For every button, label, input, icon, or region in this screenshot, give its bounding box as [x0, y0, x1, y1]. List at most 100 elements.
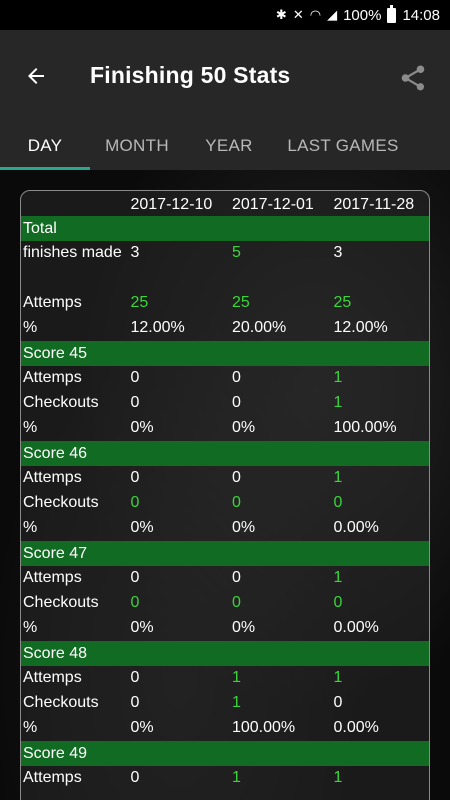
- row-value: 0: [231, 569, 241, 586]
- section-title: Score 48: [23, 644, 88, 662]
- table-row: Checkouts 0 0 0: [21, 591, 429, 616]
- row-value: 0: [231, 469, 241, 486]
- section-header-row: Score 49: [21, 741, 429, 766]
- row-value: 0%: [130, 619, 154, 636]
- section-title: Total: [23, 219, 57, 237]
- row-value: 0%: [130, 519, 154, 536]
- row-value: 0: [231, 494, 241, 511]
- row-label: Attemps: [23, 569, 82, 586]
- row-value: 5: [231, 244, 241, 261]
- row-value: 0: [333, 594, 343, 611]
- back-button[interactable]: [18, 58, 54, 94]
- row-value: 0: [130, 769, 140, 786]
- row-value: 3: [130, 244, 140, 261]
- section-header-row: Score 46: [21, 441, 429, 466]
- row-label: Checkouts: [23, 394, 99, 411]
- row-value: 0: [130, 469, 140, 486]
- share-icon: [401, 65, 425, 91]
- row-label: Attemps: [23, 669, 82, 686]
- row-value: 1: [333, 469, 343, 486]
- row-value: 0%: [130, 419, 154, 436]
- row-label: %: [23, 719, 38, 736]
- row-value: 0: [130, 669, 140, 686]
- row-value: 0%: [130, 719, 154, 736]
- table-row: Checkouts 0 1 0: [21, 691, 429, 716]
- row-value: 0: [130, 369, 140, 386]
- mute-icon: ✕: [292, 7, 304, 22]
- clock: 14:08: [402, 6, 440, 24]
- row-value: 25: [130, 294, 149, 311]
- row-value: 0: [130, 394, 140, 411]
- row-label: %: [23, 319, 38, 336]
- row-value: 0.00%: [333, 619, 379, 636]
- signal-icon: ◢: [327, 7, 338, 22]
- row-label: %: [23, 619, 38, 636]
- battery-percent: 100%: [343, 6, 382, 24]
- table-row: Attemps 0 0 1: [21, 466, 429, 491]
- row-value: 0%: [231, 519, 256, 536]
- row-value: 1: [231, 694, 241, 711]
- row-label: Checkouts: [23, 594, 99, 611]
- wifi-icon: ◠: [309, 7, 322, 22]
- row-label: Attemps: [23, 469, 82, 486]
- header-cell-date: 2017-11-28: [333, 195, 415, 213]
- row-value: 0: [231, 594, 241, 611]
- app-bar: Finishing 50 Stats: [0, 30, 450, 122]
- row-value: 100.00%: [231, 719, 296, 736]
- table-row: Attemps 0 0 1: [21, 566, 429, 591]
- row-value: 1: [333, 569, 343, 586]
- row-value: 0: [231, 394, 241, 411]
- table-row: Checkouts 0 0 1: [21, 391, 429, 416]
- table-row: Attemps 0 1 1: [21, 666, 429, 691]
- row-value: 1: [333, 669, 343, 686]
- table-row: % 0% 0% 0.00%: [21, 616, 429, 641]
- table-row: Checkouts 0 0 0: [21, 491, 429, 516]
- header-cell-label: [21, 203, 128, 205]
- row-value: 0: [130, 494, 140, 511]
- row-value: 0: [130, 569, 140, 586]
- row-label: %: [23, 519, 38, 536]
- row-value: 20.00%: [231, 319, 287, 336]
- row-value: 100.00%: [333, 419, 397, 436]
- row-label: finishes made: [23, 244, 122, 261]
- row-value: 0: [333, 694, 343, 711]
- tab-day[interactable]: DAY: [0, 122, 90, 170]
- row-value: 1: [333, 369, 343, 386]
- tab-year[interactable]: YEAR: [184, 122, 274, 170]
- row-value: 12.00%: [333, 319, 388, 336]
- table-row: % 0% 0% 0.00%: [21, 516, 429, 541]
- tab-last-games[interactable]: LAST GAMES: [274, 122, 412, 170]
- row-value: 0.00%: [333, 719, 379, 736]
- table-header-row: 2017-12-10 2017-12-01 2017-11-28: [21, 191, 429, 216]
- row-label: Checkouts: [23, 494, 99, 511]
- table-row: % 0% 0% 100.00%: [21, 416, 429, 441]
- row-value: 1: [333, 769, 343, 786]
- arrow-left-icon: [28, 68, 44, 84]
- section-title: Score 47: [23, 544, 88, 562]
- row-label: Attemps: [23, 294, 82, 311]
- tab-month[interactable]: MONTH: [90, 122, 184, 170]
- status-bar: ✱ ✕ ◠ ◢ 100% 14:08: [0, 0, 450, 30]
- section-header-row: Score 47: [21, 541, 429, 566]
- section-title: Score 46: [23, 444, 88, 462]
- share-button[interactable]: [393, 58, 433, 98]
- header-cell-date: 2017-12-01: [231, 195, 314, 213]
- header-cell-date: 2017-12-10: [130, 195, 213, 213]
- row-label: Attemps: [23, 369, 82, 386]
- section-title: Score 49: [23, 744, 88, 762]
- row-value: 1: [231, 669, 241, 686]
- section-header-row: Score 48: [21, 641, 429, 666]
- row-value: 25: [333, 294, 352, 311]
- row-value: 3: [333, 244, 343, 261]
- table-row: Attemps 0 1 1: [21, 766, 429, 791]
- bluetooth-icon: ✱: [275, 7, 287, 22]
- battery-icon: [387, 4, 397, 23]
- section-title: Score 45: [23, 344, 88, 362]
- row-value: 0%: [231, 419, 256, 436]
- row-value: 25: [231, 294, 250, 311]
- row-value: 0: [130, 594, 140, 611]
- stats-table: 2017-12-10 2017-12-01 2017-11-28 Total fi…: [20, 190, 430, 800]
- row-value: 1: [333, 394, 343, 411]
- stats-content[interactable]: 2017-12-10 2017-12-01 2017-11-28 Total fi…: [0, 170, 450, 800]
- row-label: Attemps: [23, 769, 82, 786]
